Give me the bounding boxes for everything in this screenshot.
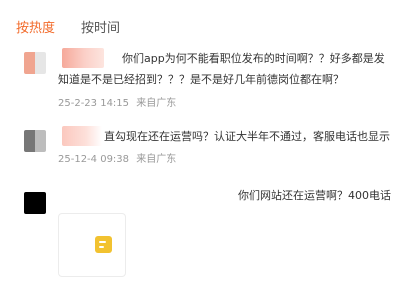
comment-text: 直勾现在还在运营吗？认证大半年不通过，客服电话也显示 (104, 130, 390, 143)
comment-text: 你们网站还在运营啊？400电话 (238, 189, 391, 202)
comment-location: 来自广东 (136, 154, 177, 165)
sort-tabs: 按热度 按时间 (16, 20, 120, 40)
comment-text-continued: 知道是不是已经招到？？？是不是好几年前德岗位都在啊？ (58, 73, 344, 86)
tab-sort-by-time[interactable]: 按时间 (81, 20, 120, 40)
avatar[interactable] (24, 52, 46, 74)
username-redacted (62, 48, 104, 68)
avatar[interactable] (24, 130, 46, 152)
comment-location: 来自广东 (136, 98, 177, 109)
comment-meta: 25-12-4 09:38 来自广东 (58, 150, 180, 165)
image-attachment[interactable] (58, 213, 126, 277)
comment-text: 你们app为何不能看职位发布的时间啊？？好多都是发 (122, 52, 385, 65)
comment-meta: 25-2-23 14:15 来自广东 (58, 94, 180, 109)
comment-date: 25-12-4 09:38 (58, 154, 130, 165)
comment-date: 25-2-23 14:15 (58, 98, 130, 109)
avatar[interactable] (24, 192, 46, 214)
tab-sort-by-popularity[interactable]: 按热度 (16, 20, 55, 40)
username-redacted (62, 126, 102, 146)
notes-app-icon (95, 236, 112, 253)
